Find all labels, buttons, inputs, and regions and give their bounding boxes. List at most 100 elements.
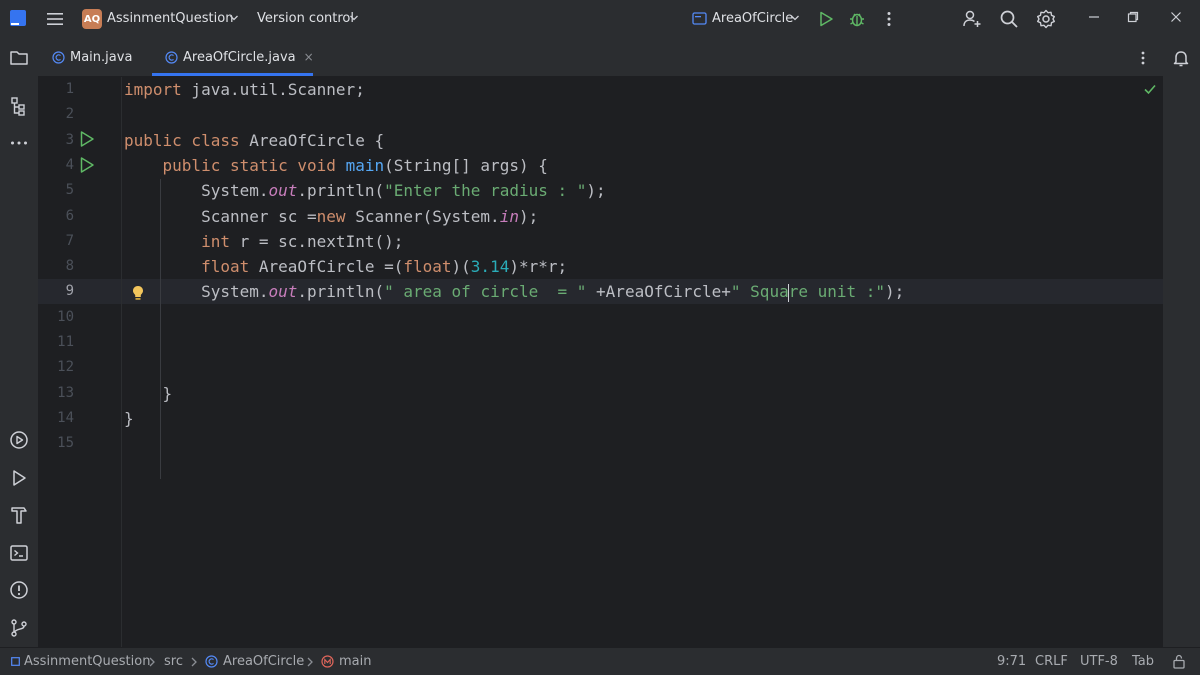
close-icon[interactable] (1169, 10, 1183, 24)
more-horizontal-icon[interactable] (9, 133, 29, 153)
problems-icon[interactable] (9, 580, 29, 600)
code-line[interactable]: System.out.println(" area of circle = " … (124, 279, 904, 304)
run-class-gutter-icon[interactable] (79, 130, 95, 148)
debug-icon[interactable] (848, 10, 866, 28)
more-tabs-icon[interactable] (1135, 50, 1151, 66)
code-line[interactable]: public static void main(String[] args) { (124, 153, 548, 178)
tab-main-java[interactable]: Main.java (52, 38, 132, 76)
line-number[interactable]: 14 (38, 406, 74, 431)
restore-icon[interactable] (1126, 10, 1140, 24)
caret-position[interactable]: 9:71 (997, 654, 1026, 669)
tab-label: Main.java (70, 49, 133, 65)
chevron-down-icon[interactable] (790, 13, 800, 23)
chevron-right-icon (148, 657, 156, 667)
build-hammer-icon[interactable] (9, 505, 29, 525)
code-token: } (124, 408, 134, 428)
code-token: )*r*r; (509, 257, 568, 277)
code-token: out (268, 181, 298, 201)
line-number[interactable]: 2 (38, 102, 74, 127)
java-class-icon (165, 50, 178, 64)
breadcrumb-class[interactable]: AreaOfCircle (223, 654, 304, 669)
intellij-logo-icon[interactable] (10, 10, 26, 26)
code-token: ); (885, 282, 905, 302)
code-token: ); (518, 206, 539, 226)
line-separator[interactable]: CRLF (1035, 654, 1068, 669)
code-token: r = sc.nextInt(); (229, 231, 404, 251)
code-line[interactable]: Scanner sc =new Scanner(System.in); (124, 204, 538, 229)
code-line[interactable]: } (124, 381, 173, 406)
code-line[interactable]: } (124, 406, 134, 431)
line-number[interactable]: 3 (38, 128, 74, 153)
git-branch-icon[interactable] (9, 618, 29, 638)
code-line[interactable]: public class AreaOfCircle { (124, 128, 384, 153)
project-badge[interactable]: AQ (82, 9, 102, 29)
code-token: } (124, 383, 173, 403)
chevron-down-icon[interactable] (229, 13, 239, 23)
code-token: new (316, 206, 346, 226)
code-token: System. (124, 282, 269, 302)
code-token: .println( (297, 181, 385, 201)
run-icon[interactable] (817, 10, 835, 28)
code-line[interactable]: System.out.println("Enter the radius : "… (124, 178, 606, 203)
line-number[interactable]: 7 (38, 229, 74, 254)
search-icon[interactable] (999, 9, 1019, 29)
no-problems-check-icon[interactable] (1143, 82, 1157, 96)
line-number[interactable]: 9 (38, 279, 74, 304)
line-number[interactable]: 10 (38, 305, 74, 330)
code-line[interactable]: int r = sc.nextInt(); (124, 229, 403, 254)
notifications-bell-icon[interactable] (1171, 48, 1191, 68)
services-icon[interactable] (9, 430, 29, 450)
code-line[interactable]: import java.util.Scanner; (124, 77, 365, 102)
code-token: )( (451, 257, 471, 277)
line-number[interactable]: 4 (38, 153, 74, 178)
minimize-icon[interactable] (1087, 10, 1101, 24)
terminal-icon[interactable] (9, 543, 29, 563)
code-editor[interactable]: 1 2 3 4 5 6 7 8 9 10 11 12 13 14 15 import java.util.S… (38, 77, 1163, 647)
chevron-right-icon (190, 657, 198, 667)
breadcrumb-project[interactable]: AssinmentQuestion (24, 654, 150, 669)
run-config-icon[interactable] (692, 12, 707, 25)
breadcrumb-method[interactable]: main (339, 654, 371, 669)
gutter-separator (121, 77, 122, 647)
run-config-selector[interactable]: AreaOfCircle (712, 11, 793, 26)
line-number[interactable]: 8 (38, 254, 74, 279)
line-number[interactable]: 1 (38, 77, 74, 102)
line-number[interactable]: 12 (38, 355, 74, 380)
tab-label: AreaOfCircle.java (183, 49, 296, 65)
code-token: public static void (162, 155, 336, 175)
tab-close-icon[interactable]: × (304, 50, 314, 64)
version-control-menu[interactable]: Version control (257, 11, 354, 26)
code-token: " area of circle = " (384, 282, 587, 302)
tab-areaofcircle-java[interactable]: AreaOfCircle.java × (165, 38, 314, 76)
project-name[interactable]: AssinmentQuestion (107, 11, 233, 26)
run-tool-icon[interactable] (9, 468, 29, 488)
line-number[interactable]: 15 (38, 431, 74, 456)
breadcrumb-src[interactable]: src (164, 654, 183, 669)
main-menu-icon[interactable] (46, 11, 64, 27)
code-token: Scanner sc = (124, 206, 317, 226)
code-token: ); (586, 181, 606, 201)
line-number[interactable]: 11 (38, 330, 74, 355)
lock-icon[interactable] (1172, 654, 1186, 669)
java-class-icon (205, 655, 218, 668)
code-token: +AreaOfCircle+ (586, 282, 731, 302)
run-main-gutter-icon[interactable] (79, 156, 95, 174)
code-line[interactable]: float AreaOfCircle =(float)(3.14)*r*r; (124, 254, 567, 279)
code-token: main (345, 155, 385, 175)
more-vertical-icon[interactable] (881, 10, 897, 28)
structure-icon[interactable] (9, 96, 29, 116)
project-module-icon (11, 657, 20, 666)
chevron-down-icon[interactable] (349, 13, 359, 23)
line-number[interactable]: 5 (38, 178, 74, 203)
code-with-me-icon[interactable] (962, 9, 982, 29)
project-folder-icon[interactable] (9, 49, 29, 67)
file-encoding[interactable]: UTF-8 (1080, 654, 1118, 669)
code-token: System. (124, 181, 269, 201)
line-number[interactable]: 13 (38, 381, 74, 406)
gear-icon[interactable] (1036, 9, 1056, 29)
line-number[interactable]: 6 (38, 204, 74, 229)
indent-setting[interactable]: Tab (1132, 654, 1154, 669)
